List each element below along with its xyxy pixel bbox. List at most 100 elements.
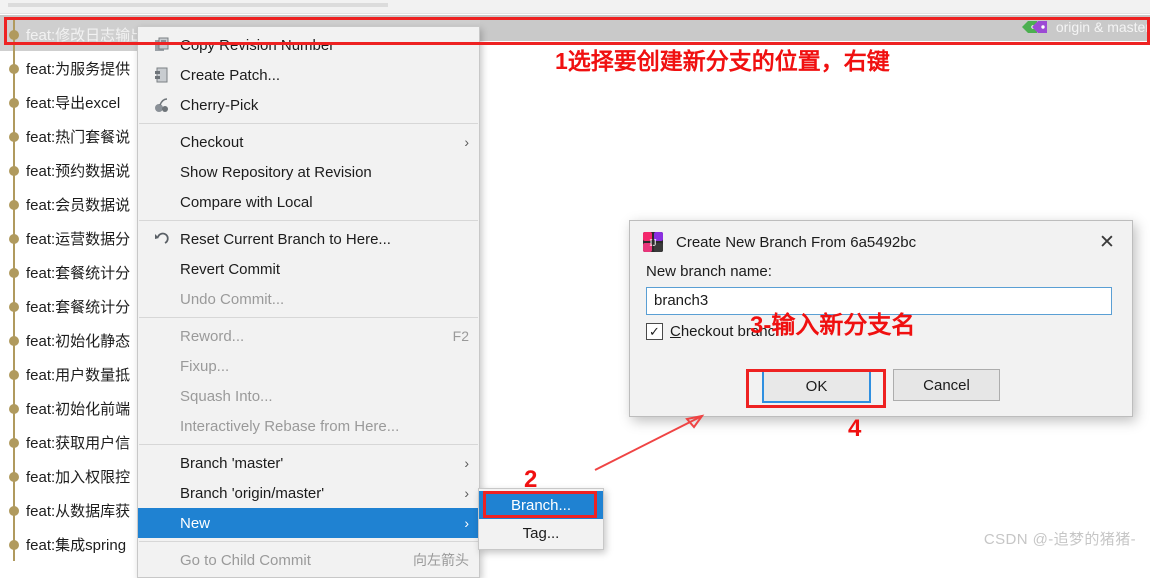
menu-item-label: Cherry-Pick	[180, 96, 259, 114]
menu-item-cherry-pick[interactable]: Cherry-Pick	[138, 90, 479, 120]
commit-graph-node	[0, 323, 30, 357]
branch-name-input[interactable]: branch3	[646, 287, 1112, 315]
menu-separator	[139, 444, 478, 445]
commit-message: feat:会员数据说	[26, 196, 131, 214]
menu-item-label: Copy Revision Number	[180, 36, 335, 54]
commit-graph-node	[0, 527, 30, 561]
menu-icon-placeholder	[150, 259, 174, 279]
commit-message: feat:用户数量抵	[26, 366, 131, 384]
menu-item-label: Squash Into...	[180, 387, 273, 405]
commit-graph-node	[0, 119, 30, 153]
branch-label: origin & master	[1021, 19, 1150, 35]
screenshot-root: origin & master feat:修改日志输出位置 feat:为服务提供 f…	[0, 0, 1150, 578]
menu-item-label: Undo Commit...	[180, 290, 285, 308]
menu-item-create-patch[interactable]: Create Patch...	[138, 60, 479, 90]
menu-item-label: Reword...	[180, 327, 245, 345]
commit-message: feat:从数据库获	[26, 502, 131, 520]
menu-item-new[interactable]: New ›	[138, 508, 479, 538]
create-new-branch-dialog[interactable]: IJ Create New Branch From 6a5492bc ✕ New…	[629, 220, 1133, 417]
menu-icon-placeholder	[150, 289, 174, 309]
menu-item-label: Revert Commit	[180, 260, 281, 278]
menu-item-shortcut: F2	[452, 328, 469, 344]
commit-message: feat:预约数据说	[26, 162, 131, 180]
checkout-label-rest: heckout branch	[680, 323, 784, 340]
menu-item-show-repository-at-revision[interactable]: Show Repository at Revision	[138, 157, 479, 187]
commit-message: feat:套餐统计分	[26, 298, 131, 316]
cancel-button[interactable]: Cancel	[893, 369, 1000, 401]
commit-graph-node	[0, 459, 30, 493]
menu-item-revert-commit[interactable]: Revert Commit	[138, 254, 479, 284]
ok-button[interactable]: OK	[762, 369, 871, 403]
menu-item-compare-with-local[interactable]: Compare with Local	[138, 187, 479, 217]
menu-item-branch-origin-master[interactable]: Branch 'origin/master' ›	[138, 478, 479, 508]
tag-icon	[1021, 19, 1051, 35]
commit-graph-node	[0, 357, 30, 391]
menu-item-label: Branch 'master'	[180, 454, 284, 472]
close-icon[interactable]: ✕	[1094, 229, 1120, 255]
chevron-right-icon: ›	[464, 455, 469, 471]
menu-item-fixup: Fixup...	[138, 351, 479, 381]
menu-item-interactively-rebase-from-here: Interactively Rebase from Here...	[138, 411, 479, 441]
copy-icon	[150, 35, 174, 55]
commit-graph-node	[0, 391, 30, 425]
menu-item-checkout[interactable]: Checkout ›	[138, 127, 479, 157]
branch-name-label: New branch name:	[646, 263, 772, 280]
annotation-step-4: 4	[848, 415, 862, 442]
intellij-idea-icon: IJ	[642, 231, 664, 253]
menu-item-label: Checkout	[180, 133, 244, 151]
checkout-branch-checkbox-row[interactable]: ✓ Checkout branch	[646, 323, 1116, 340]
menu-item-squash-into: Squash Into...	[138, 381, 479, 411]
reset-icon	[150, 229, 174, 249]
commit-message: feat:集成spring	[26, 536, 127, 554]
commit-graph-node	[0, 153, 30, 187]
chevron-right-icon: ›	[464, 515, 469, 531]
dialog-body: New branch name: branch3 ✓ Checkout bran…	[630, 263, 1132, 340]
submenu-item-tag[interactable]: Tag...	[479, 519, 603, 547]
menu-item-reset-current-branch-to-here[interactable]: Reset Current Branch to Here...	[138, 224, 479, 254]
patch-icon	[150, 65, 174, 85]
commit-graph-node	[0, 493, 30, 527]
branch-label-text: origin & master	[1055, 19, 1150, 35]
menu-separator	[139, 220, 478, 221]
commit-message: feat:初始化静态	[26, 332, 131, 350]
ide-toolbar-strip	[0, 0, 1150, 14]
commit-graph-node	[0, 221, 30, 255]
commit-context-menu[interactable]: Copy Revision Number Create Patch... Cherr…	[137, 26, 480, 578]
menu-item-label: Reset Current Branch to Here...	[180, 230, 391, 248]
chevron-right-icon: ›	[464, 485, 469, 501]
commit-graph-node	[0, 85, 30, 119]
watermark: CSDN @-追梦的猪猪-	[983, 531, 1136, 548]
menu-item-shortcut: 向左箭头	[413, 552, 469, 568]
commit-message: feat:导出excel	[26, 94, 121, 112]
annotation-step-1: 1选择要创建新分支的位置，右键	[555, 48, 890, 74]
commit-message: feat:获取用户信	[26, 434, 131, 452]
annotation-arrow	[594, 414, 705, 471]
menu-item-branch-master[interactable]: Branch 'master' ›	[138, 448, 479, 478]
menu-item-label: Go to Child Commit	[180, 551, 311, 569]
checkbox-icon[interactable]: ✓	[646, 323, 663, 340]
menu-item-go-to-child-commit: Go to Child Commit 向左箭头	[138, 545, 479, 575]
commit-message: feat:初始化前端	[26, 400, 131, 418]
commit-message: feat:加入权限控	[26, 468, 131, 486]
dialog-title: Create New Branch From 6a5492bc	[676, 233, 917, 251]
checkout-mnemonic: C	[670, 323, 681, 340]
cherry-pick-icon	[150, 95, 174, 115]
commit-message: feat:运营数据分	[26, 230, 131, 248]
menu-item-copy-revision-number[interactable]: Copy Revision Number	[138, 30, 479, 60]
submenu-item-branch[interactable]: Branch...	[479, 491, 603, 519]
commit-graph-node	[0, 289, 30, 323]
commit-message: feat:为服务提供	[26, 60, 131, 78]
menu-item-label: Create Patch...	[180, 66, 281, 84]
menu-separator	[139, 123, 478, 124]
menu-item-label: New	[180, 514, 211, 532]
commit-graph-node	[0, 51, 30, 85]
menu-item-undo-commit: Undo Commit...	[138, 284, 479, 314]
commit-graph-node	[0, 187, 30, 221]
svg-text:IJ: IJ	[649, 238, 656, 249]
commit-message: feat:套餐统计分	[26, 264, 131, 282]
new-submenu[interactable]: Branch... Tag...	[478, 488, 604, 550]
commit-message: feat:热门套餐说	[26, 128, 131, 146]
menu-item-reword: Reword... F2	[138, 321, 479, 351]
dialog-titlebar: IJ Create New Branch From 6a5492bc ✕	[630, 221, 1132, 263]
menu-item-label: Fixup...	[180, 357, 230, 375]
